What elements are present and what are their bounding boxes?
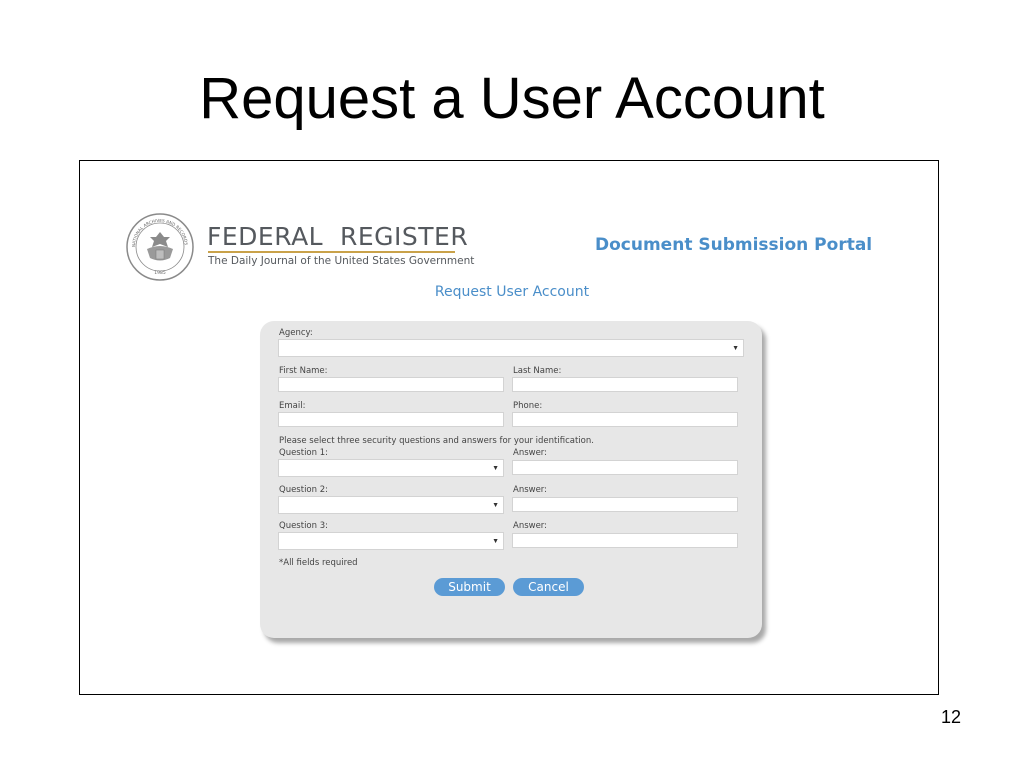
required-note: *All fields required [279,558,358,568]
answer-1-label: Answer: [513,448,548,458]
question-2-select[interactable]: ▼ [278,496,504,514]
phone-input[interactable] [512,412,738,427]
brand-tagline: The Daily Journal of the United States G… [208,255,475,267]
agency-select[interactable]: ▼ [278,339,744,357]
caret-down-icon: ▼ [492,502,499,509]
question-2-label: Question 2: [279,485,328,495]
first-name-input[interactable] [278,377,504,392]
seal-year: 1985 [154,270,166,276]
caret-down-icon: ▼ [492,465,499,472]
security-instructions: Please select three security questions a… [279,436,594,446]
request-form-panel [260,321,762,638]
submit-button[interactable]: Submit [434,578,505,596]
phone-label: Phone: [513,401,543,411]
agency-seal-icon: NATIONAL ARCHIVES AND RECORDS ADMINISTRA… [125,212,194,281]
brand-divider [208,251,455,253]
answer-3-label: Answer: [513,521,548,531]
page-number: 12 [941,707,962,727]
email-input[interactable] [278,412,504,427]
question-3-select[interactable]: ▼ [278,532,504,550]
question-1-select[interactable]: ▼ [278,459,504,477]
cancel-button[interactable]: Cancel [513,578,584,596]
answer-2-input[interactable] [512,497,738,512]
last-name-label: Last Name: [513,366,562,376]
caret-down-icon: ▼ [732,345,739,352]
question-3-label: Question 3: [279,521,328,531]
answer-3-input[interactable] [512,533,738,548]
portal-title: Document Submission Portal [595,235,873,255]
first-name-label: First Name: [279,366,328,376]
email-label: Email: [279,401,306,411]
question-1-label: Question 1: [279,448,328,458]
caret-down-icon: ▼ [492,538,499,545]
form-heading: Request User Account [434,284,590,300]
answer-2-label: Answer: [513,485,548,495]
answer-1-input[interactable] [512,460,738,475]
slide-title: Request a User Account [199,66,825,131]
last-name-input[interactable] [512,377,738,392]
brand-name: FEDERAL REGISTER [207,222,469,251]
agency-label: Agency: [279,328,313,338]
